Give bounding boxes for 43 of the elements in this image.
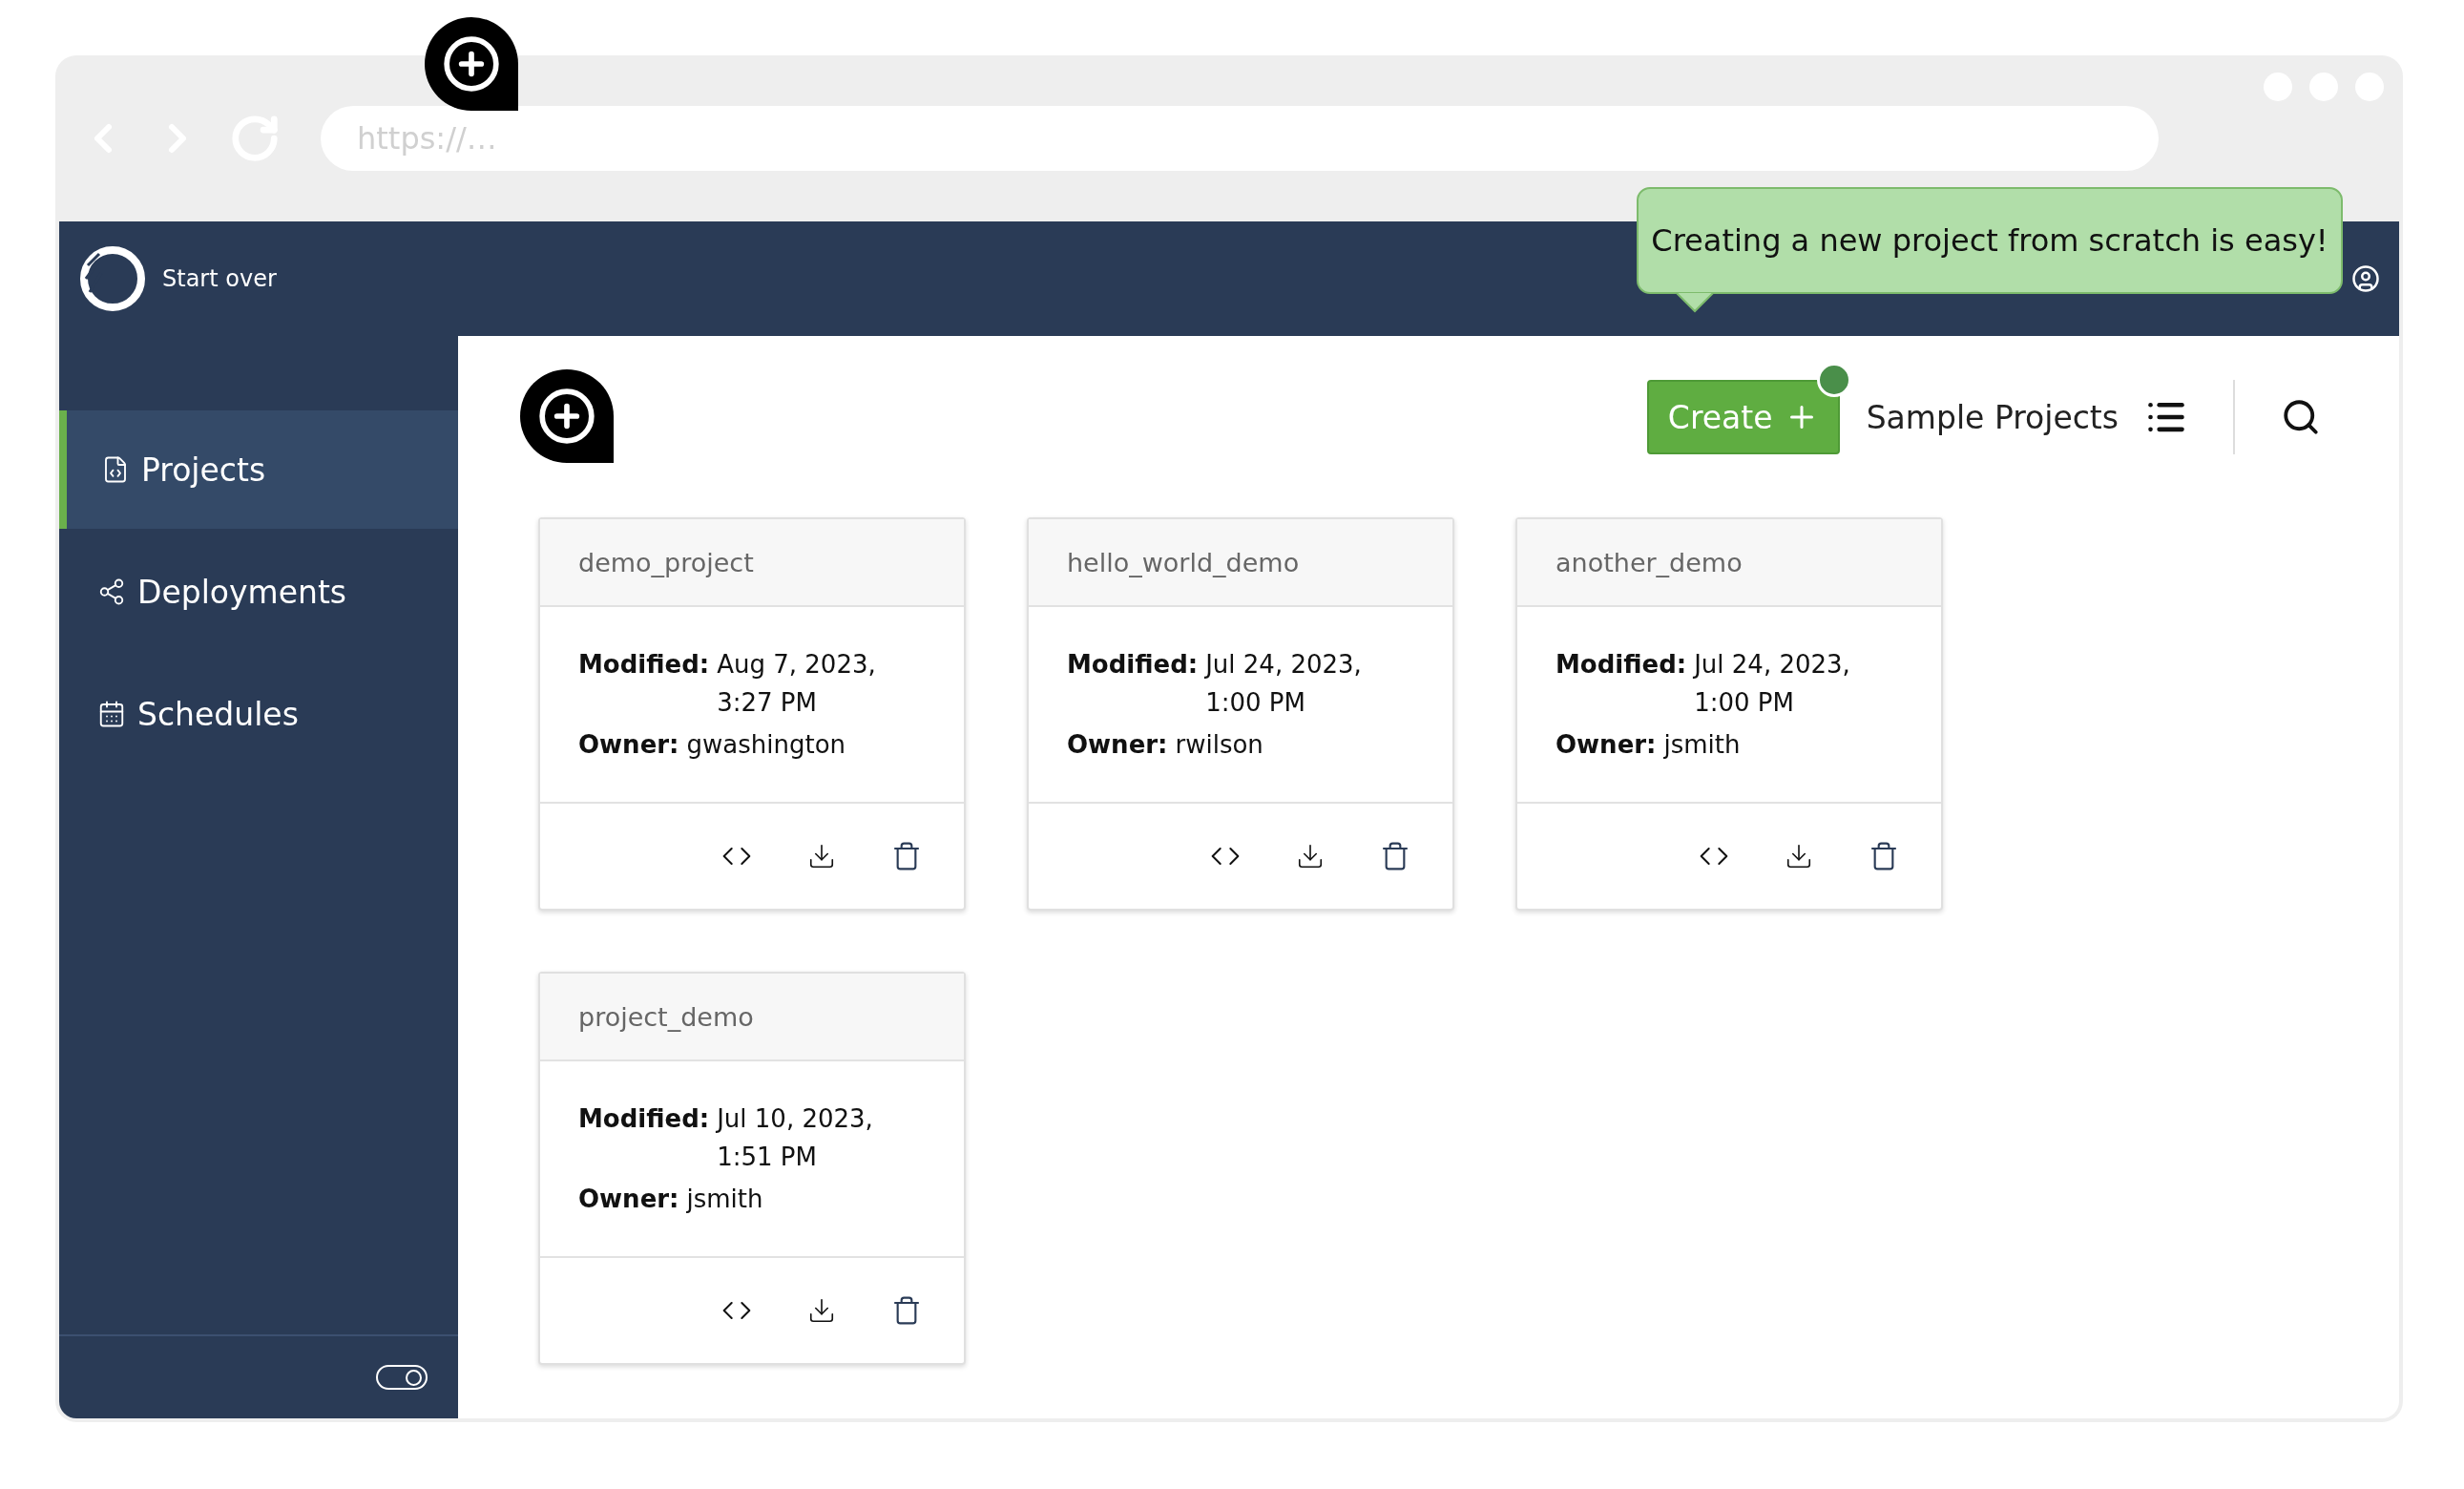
sidebar-item[interactable]: Projects [59, 410, 458, 529]
user-icon[interactable] [2351, 264, 2380, 293]
field-label: Owner: [578, 1184, 679, 1215]
owner-value: rwilson [1175, 729, 1263, 761]
delete-icon[interactable] [891, 1295, 922, 1326]
circle-plus-icon [442, 34, 501, 94]
tooltip-pointer [1676, 292, 1714, 313]
delete-icon[interactable] [1869, 841, 1899, 871]
field-label: Owner: [1556, 729, 1657, 761]
sample-projects-button[interactable]: Sample Projects [1866, 398, 2119, 436]
modified-value: Jul 10, 2023, 1:51 PM [717, 1103, 874, 1173]
project-name[interactable]: hello_world_demo [1029, 519, 1452, 607]
project-name[interactable]: another_demo [1517, 519, 1941, 607]
field-label: Modified: [578, 649, 710, 681]
sidebar-item[interactable]: Deployments [59, 533, 458, 651]
sidebar-item[interactable]: Schedules [59, 655, 458, 773]
nodes-icon [97, 577, 126, 606]
field-label: Modified: [1067, 649, 1199, 681]
project-name[interactable]: project_demo [540, 974, 964, 1061]
download-icon[interactable] [807, 1296, 836, 1325]
modified-value: Aug 7, 2023, 3:27 PM [717, 649, 877, 719]
circle-plus-icon [537, 387, 596, 446]
download-icon[interactable] [1785, 842, 1813, 870]
tooltip: Creating a new project from scratch is easy! [1637, 187, 2343, 294]
modified-value: Jul 24, 2023, 1:00 PM [1694, 649, 1851, 719]
delete-icon[interactable] [891, 841, 922, 871]
download-icon[interactable] [1296, 842, 1325, 870]
delete-icon[interactable] [1380, 841, 1410, 871]
owner-value: gwashington [686, 729, 846, 761]
calendar-icon [97, 700, 126, 728]
download-icon[interactable] [807, 842, 836, 870]
field-label: Owner: [578, 729, 679, 761]
theme-toggle[interactable] [376, 1365, 428, 1390]
modified-value: Jul 24, 2023, 1:00 PM [1205, 649, 1363, 719]
owner-value: jsmith [1663, 729, 1741, 761]
start-over-link[interactable]: Start over [162, 265, 277, 292]
owner-value: jsmith [686, 1184, 763, 1215]
search-icon[interactable] [2281, 397, 2321, 437]
project-name[interactable]: demo_project [540, 519, 964, 607]
field-label: Owner: [1067, 729, 1168, 761]
logo-icon [78, 244, 147, 313]
field-label: Modified: [578, 1103, 710, 1135]
field-label: Modified: [1556, 649, 1687, 681]
